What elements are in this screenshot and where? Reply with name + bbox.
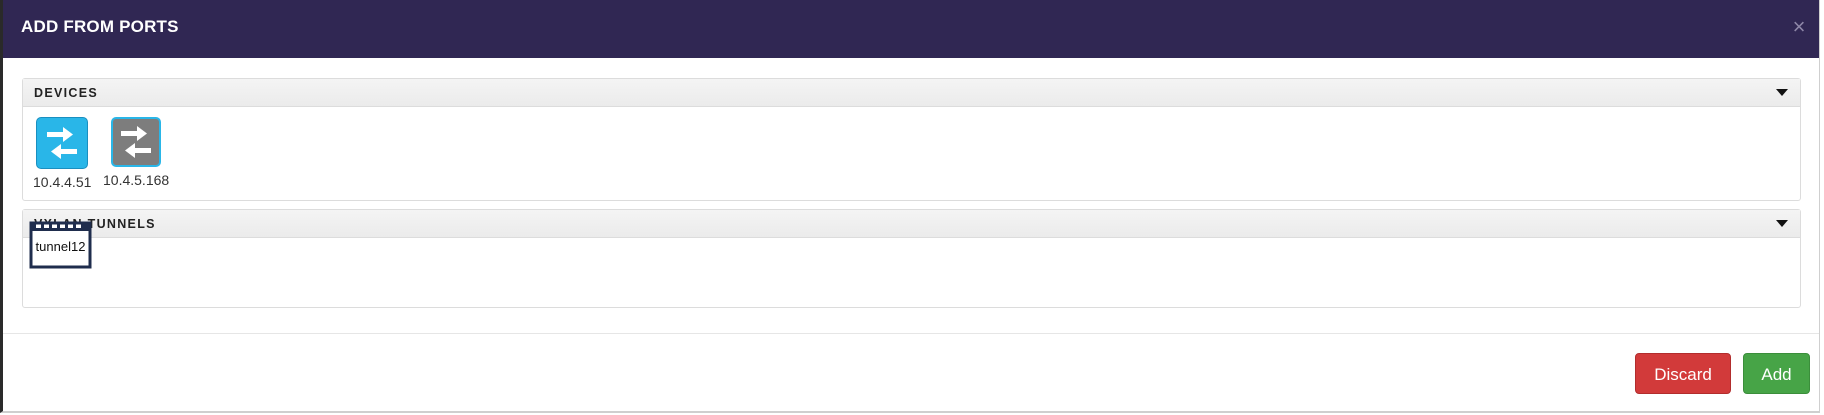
close-button[interactable]: × <box>1787 12 1811 42</box>
add-button[interactable]: Add <box>1743 353 1810 394</box>
modal-title: ADD FROM PORTS <box>21 17 179 36</box>
device-label: 10.4.5.168 <box>103 172 170 188</box>
devices-panel-header[interactable]: DEVICES <box>23 79 1800 107</box>
network-switch-icon <box>36 117 89 169</box>
tunnel-item-tunnel12[interactable]: tunnel12 <box>29 221 92 269</box>
modal-header: ADD FROM PORTS × <box>3 0 1819 58</box>
device-item-10-4-5-168[interactable]: 10.4.5.168 <box>103 117 169 188</box>
device-label: 10.4.4.51 <box>33 174 92 190</box>
tunnel-label: tunnel12 <box>35 239 86 254</box>
discard-button[interactable]: Discard <box>1635 353 1731 394</box>
network-switch-icon <box>111 117 162 167</box>
footer-divider <box>3 333 1819 334</box>
chevron-down-icon[interactable] <box>1776 220 1788 227</box>
devices-panel: DEVICES 10.4.4.51 10.4.5.168 <box>22 78 1801 201</box>
add-from-ports-modal: ADD FROM PORTS × DEVICES 10.4.4.51 10.4.… <box>0 0 1820 413</box>
close-icon: × <box>1792 14 1806 39</box>
device-item-10-4-4-51[interactable]: 10.4.4.51 <box>33 117 91 190</box>
devices-panel-title: DEVICES <box>34 86 98 100</box>
vxlan-tunnels-panel-header[interactable]: VXLAN TUNNELS <box>23 210 1800 238</box>
chevron-down-icon[interactable] <box>1776 89 1788 96</box>
vxlan-tunnels-panel: VXLAN TUNNELS tunnel12 <box>22 209 1801 308</box>
